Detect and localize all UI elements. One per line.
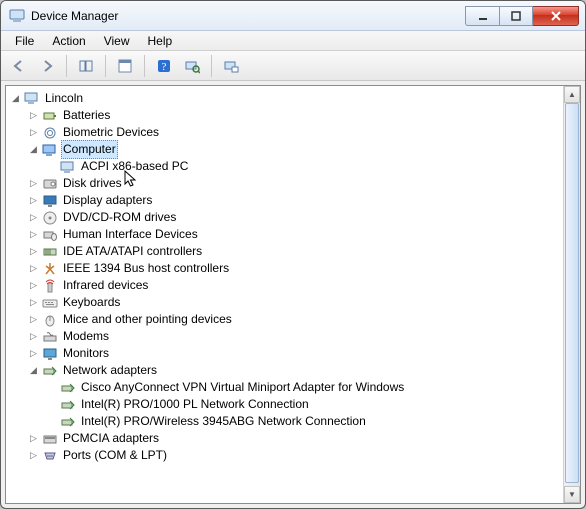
tree-item-computer[interactable]: ◢ Computer (28, 141, 561, 158)
collapse-icon[interactable]: ◢ (28, 362, 39, 379)
menu-help[interactable]: Help (140, 32, 181, 50)
tree-item-modems[interactable]: ▷ Modems (28, 328, 561, 345)
pcmcia-icon (42, 431, 58, 447)
dvd-icon (42, 210, 58, 226)
expand-icon[interactable]: ▷ (28, 243, 39, 260)
menu-file[interactable]: File (7, 32, 42, 50)
modem-icon (42, 329, 58, 345)
show-hide-tree-button[interactable] (74, 54, 98, 78)
tree-item-batteries[interactable]: ▷ Batteries (28, 107, 561, 124)
ide-icon (42, 244, 58, 260)
tree-item-ide[interactable]: ▷ IDE ATA/ATAPI controllers (28, 243, 561, 260)
device-manager-window: Device Manager File Action View Help (0, 0, 586, 509)
client-area: ◢ Lincoln ▷ Batteries ▷ Biometric Device (5, 85, 581, 504)
tree-item-dvd[interactable]: ▷ DVD/CD-ROM drives (28, 209, 561, 226)
computer-icon (24, 91, 40, 107)
collapse-icon[interactable]: ◢ (28, 141, 39, 158)
tree-item-net-intel-1000[interactable]: Intel(R) PRO/1000 PL Network Connection (46, 396, 561, 413)
collapse-icon[interactable]: ◢ (10, 90, 21, 107)
expand-icon[interactable]: ▷ (28, 328, 39, 345)
toolbar-separator (66, 55, 67, 77)
biometric-icon (42, 125, 58, 141)
expand-icon[interactable]: ▷ (28, 226, 39, 243)
tree-root-label: Lincoln (43, 90, 85, 107)
display-icon (42, 193, 58, 209)
hid-icon (42, 227, 58, 243)
device-config-button[interactable] (219, 54, 243, 78)
network-adapter-icon (60, 414, 76, 430)
help-button[interactable]: ? (152, 54, 176, 78)
toolbar-separator (144, 55, 145, 77)
window-title: Device Manager (31, 9, 118, 23)
device-tree[interactable]: ◢ Lincoln ▷ Batteries ▷ Biometric Device (6, 86, 563, 503)
menu-view[interactable]: View (96, 32, 138, 50)
expand-icon[interactable]: ▷ (28, 277, 39, 294)
tree-item-ieee1394[interactable]: ▷ IEEE 1394 Bus host controllers (28, 260, 561, 277)
maximize-button[interactable] (499, 6, 533, 26)
expand-icon[interactable]: ▷ (28, 430, 39, 447)
tree-item-hid[interactable]: ▷ Human Interface Devices (28, 226, 561, 243)
expand-icon[interactable]: ▷ (28, 311, 39, 328)
tree-item-infrared[interactable]: ▷ Infrared devices (28, 277, 561, 294)
expand-icon[interactable]: ▷ (28, 447, 39, 464)
tree-item-network[interactable]: ◢ Network adapters (28, 362, 561, 379)
forward-button[interactable] (35, 54, 59, 78)
expand-icon[interactable]: ▷ (28, 124, 39, 141)
app-icon (9, 8, 25, 24)
tree-item-disk[interactable]: ▷ Disk drives (28, 175, 561, 192)
tree-item-keyboards[interactable]: ▷ Keyboards (28, 294, 561, 311)
infrared-icon (42, 278, 58, 294)
tree-item-biometric[interactable]: ▷ Biometric Devices (28, 124, 561, 141)
menu-action[interactable]: Action (44, 32, 93, 50)
tree-item-display[interactable]: ▷ Display adapters (28, 192, 561, 209)
tree-item-ports[interactable]: ▷ Ports (COM & LPT) (28, 447, 561, 464)
expand-icon[interactable]: ▷ (28, 260, 39, 277)
expand-icon[interactable]: ▷ (28, 294, 39, 311)
properties-button[interactable] (113, 54, 137, 78)
scroll-track[interactable] (564, 103, 580, 486)
tree-item-net-cisco[interactable]: Cisco AnyConnect VPN Virtual Miniport Ad… (46, 379, 561, 396)
tree-item-net-intel-wireless[interactable]: Intel(R) PRO/Wireless 3945ABG Network Co… (46, 413, 561, 430)
network-icon (42, 363, 58, 379)
close-button[interactable] (533, 6, 579, 26)
scroll-down-button[interactable]: ▼ (564, 486, 580, 503)
tree-item-pcmcia[interactable]: ▷ PCMCIA adapters (28, 430, 561, 447)
toolbar-separator (211, 55, 212, 77)
menubar: File Action View Help (1, 31, 585, 51)
scroll-up-button[interactable]: ▲ (564, 86, 580, 103)
expand-icon[interactable]: ▷ (28, 192, 39, 209)
toolbar-separator (105, 55, 106, 77)
computer-device-icon (60, 159, 76, 175)
disk-icon (42, 176, 58, 192)
titlebar[interactable]: Device Manager (1, 1, 585, 31)
back-button[interactable] (7, 54, 31, 78)
network-adapter-icon (60, 380, 76, 396)
tree-item-mice[interactable]: ▷ Mice and other pointing devices (28, 311, 561, 328)
expand-icon[interactable]: ▷ (28, 175, 39, 192)
tree-root[interactable]: ◢ Lincoln (10, 90, 561, 107)
tree-item-acpi[interactable]: ACPI x86-based PC (46, 158, 561, 175)
tree-item-computer-label: Computer (61, 140, 118, 159)
network-adapter-icon (60, 397, 76, 413)
keyboard-icon (42, 295, 58, 311)
mouse-icon (42, 312, 58, 328)
minimize-button[interactable] (465, 6, 499, 26)
expand-icon[interactable]: ▷ (28, 209, 39, 226)
toolbar: ? (1, 51, 585, 81)
expand-icon[interactable]: ▷ (28, 345, 39, 362)
ports-icon (42, 448, 58, 464)
scroll-thumb[interactable] (565, 103, 579, 483)
tree-item-monitors[interactable]: ▷ Monitors (28, 345, 561, 362)
computer-category-icon (42, 142, 58, 158)
expand-icon[interactable]: ▷ (28, 107, 39, 124)
vertical-scrollbar[interactable]: ▲ ▼ (563, 86, 580, 503)
scan-hardware-button[interactable] (180, 54, 204, 78)
firewire-icon (42, 261, 58, 277)
svg-text:?: ? (162, 61, 167, 73)
battery-icon (42, 108, 58, 124)
monitor-icon (42, 346, 58, 362)
